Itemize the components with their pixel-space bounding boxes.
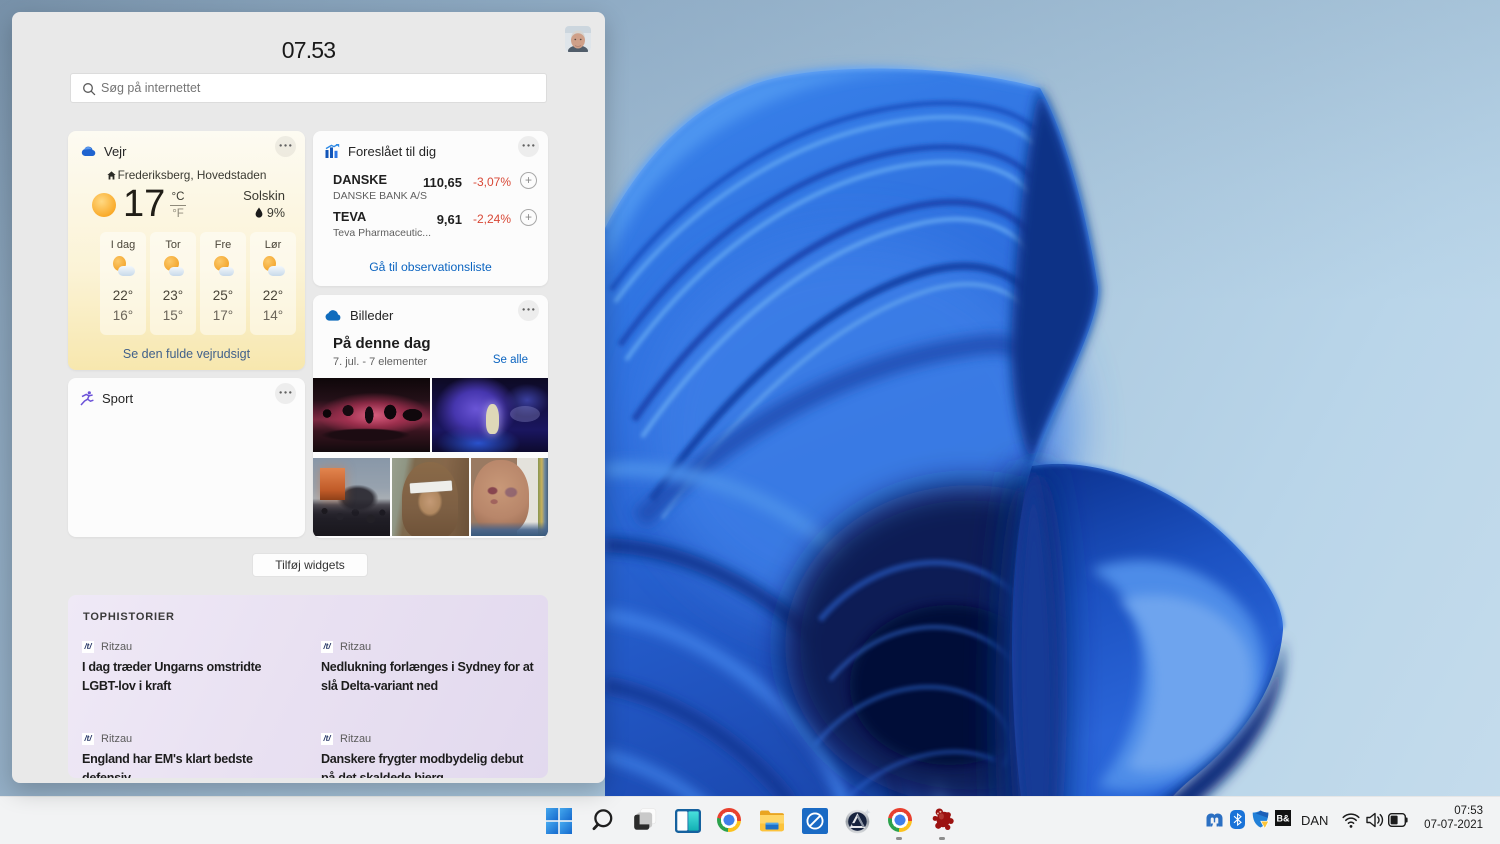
svg-text:B&: B& — [1277, 814, 1290, 824]
